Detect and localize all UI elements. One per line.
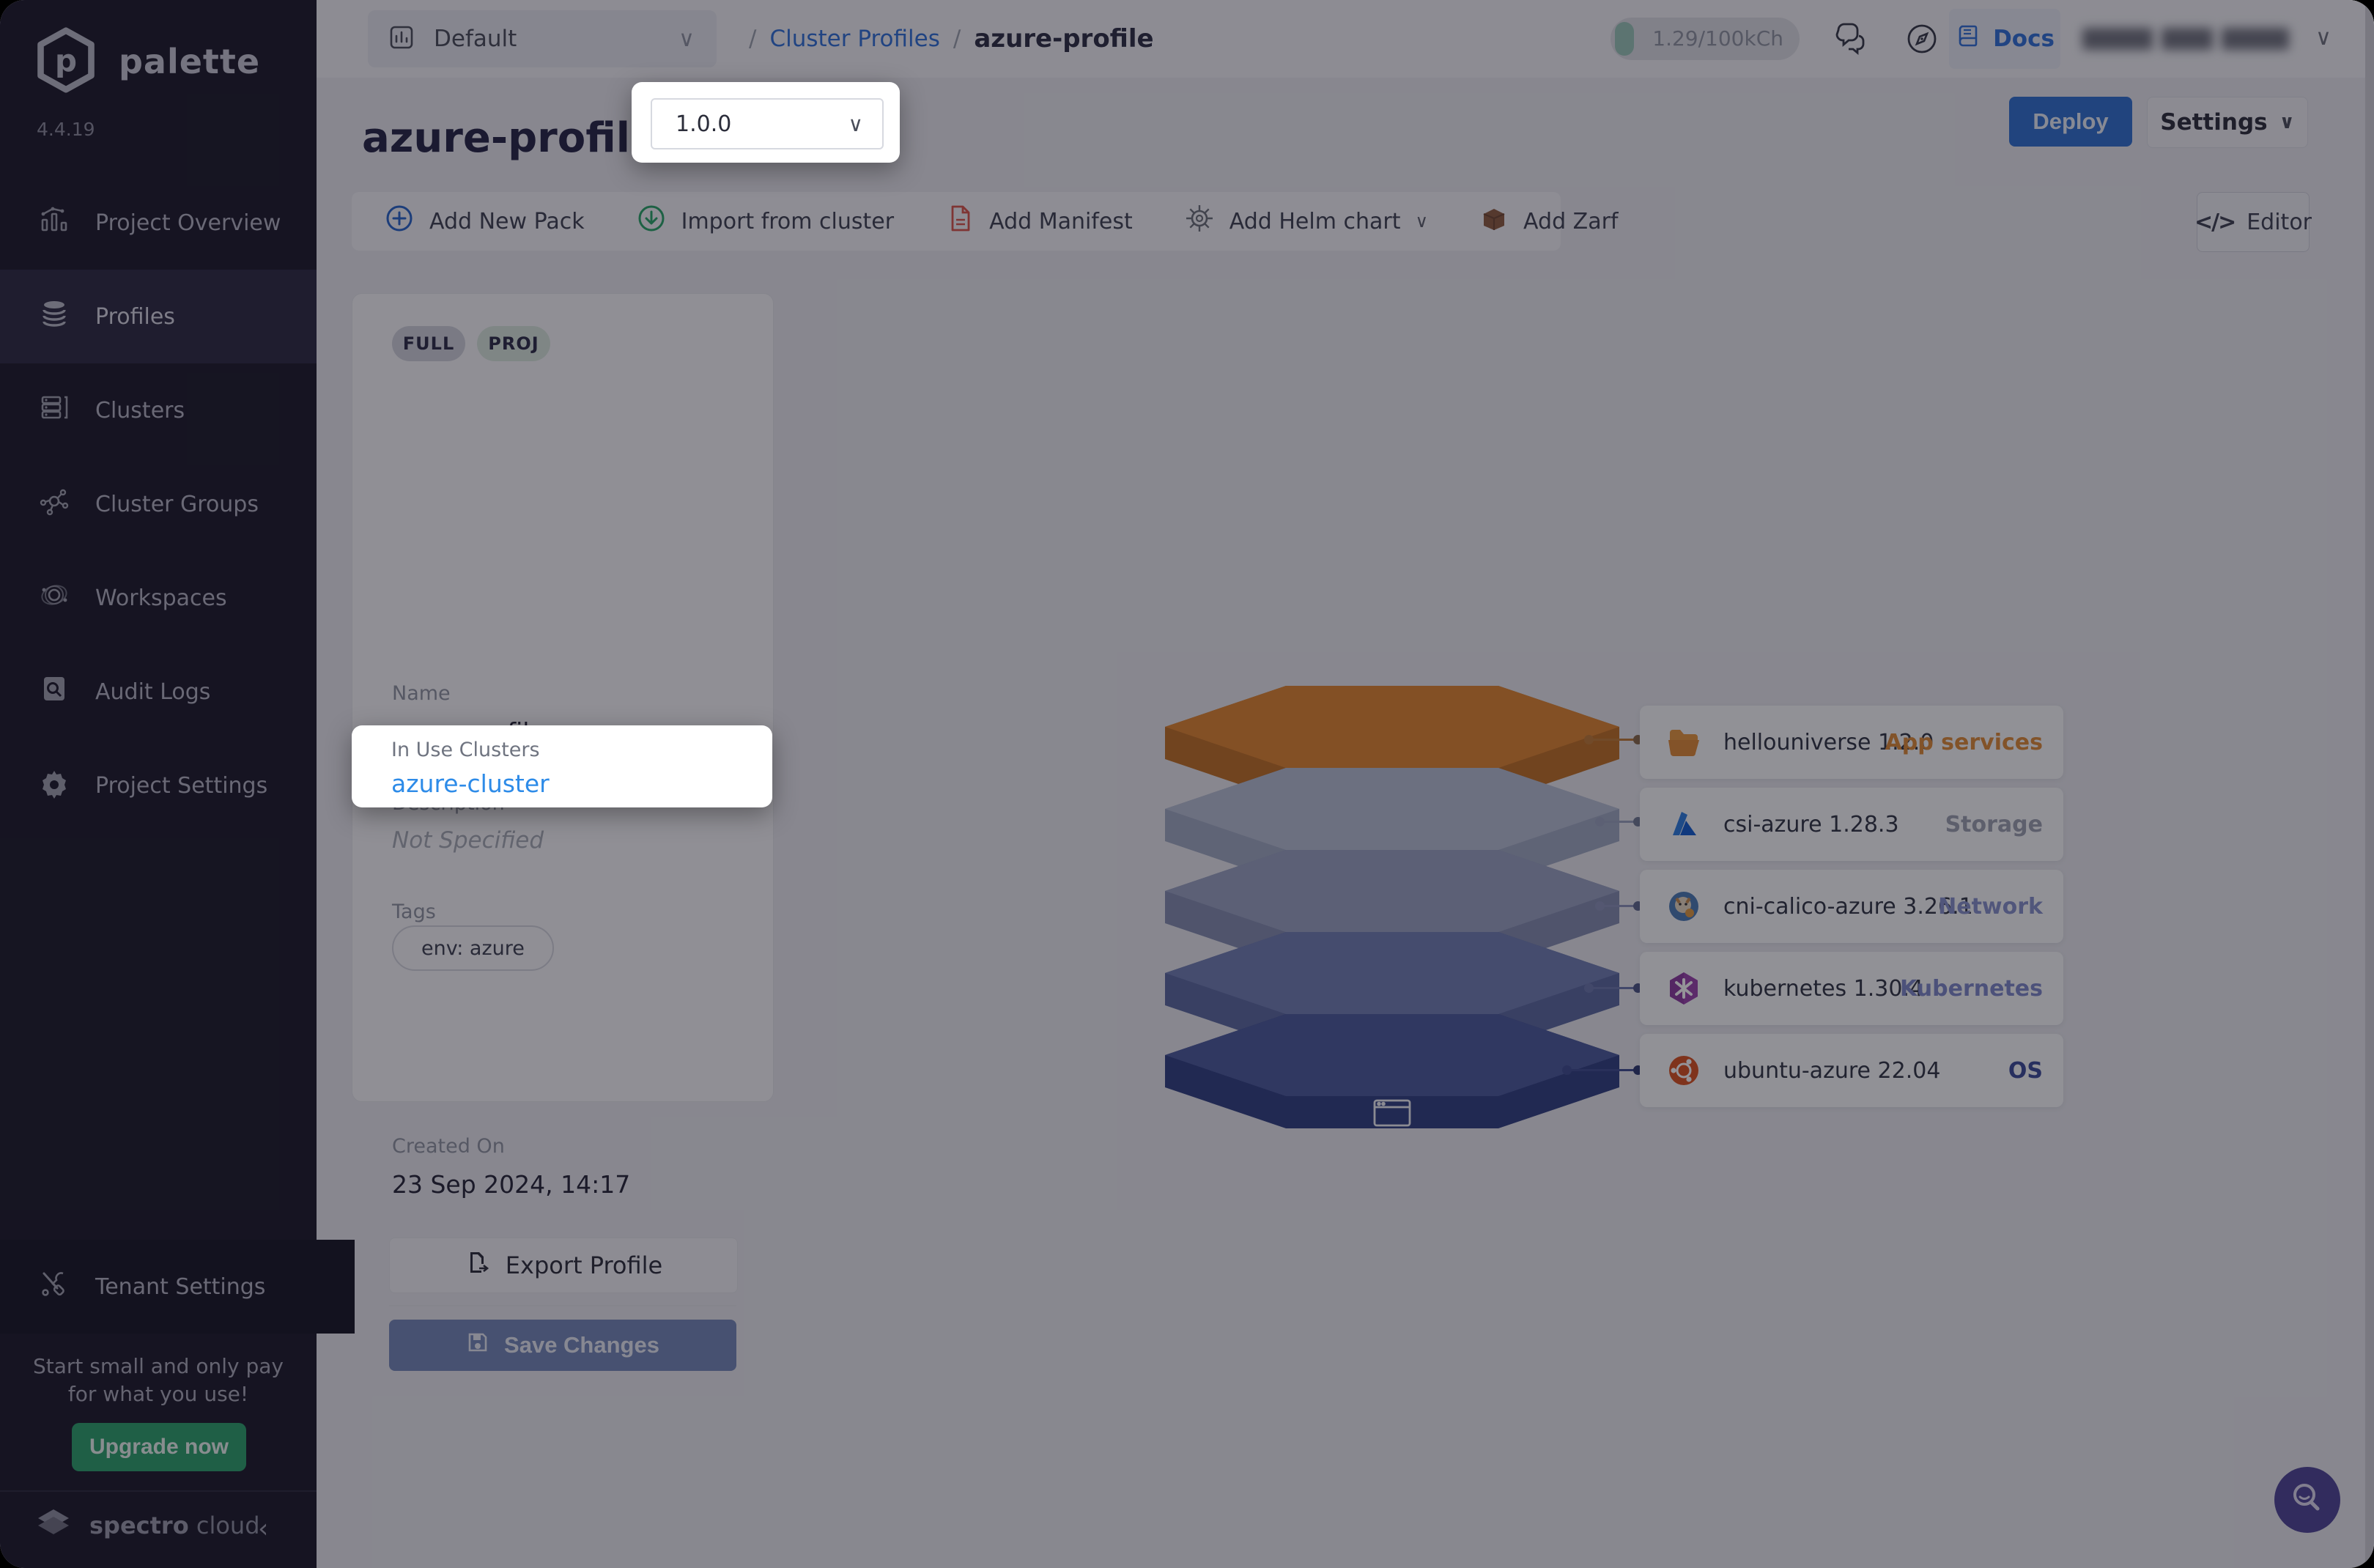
version-spotlight-card: 1.0.0 ∨ — [632, 82, 900, 163]
chevron-down-icon: ∨ — [848, 112, 864, 136]
profile-version-select[interactable]: 1.0.0 ∨ — [651, 98, 884, 149]
in-use-clusters-label: In Use Clusters — [391, 739, 540, 761]
in-use-clusters-spotlight-card: In Use Clusters azure-cluster — [352, 725, 772, 807]
app-window: p palette 4.4.19 Project Overview Profil… — [0, 0, 2374, 1568]
profile-version-value: 1.0.0 — [676, 111, 731, 137]
in-use-cluster-link[interactable]: azure-cluster — [391, 769, 550, 798]
